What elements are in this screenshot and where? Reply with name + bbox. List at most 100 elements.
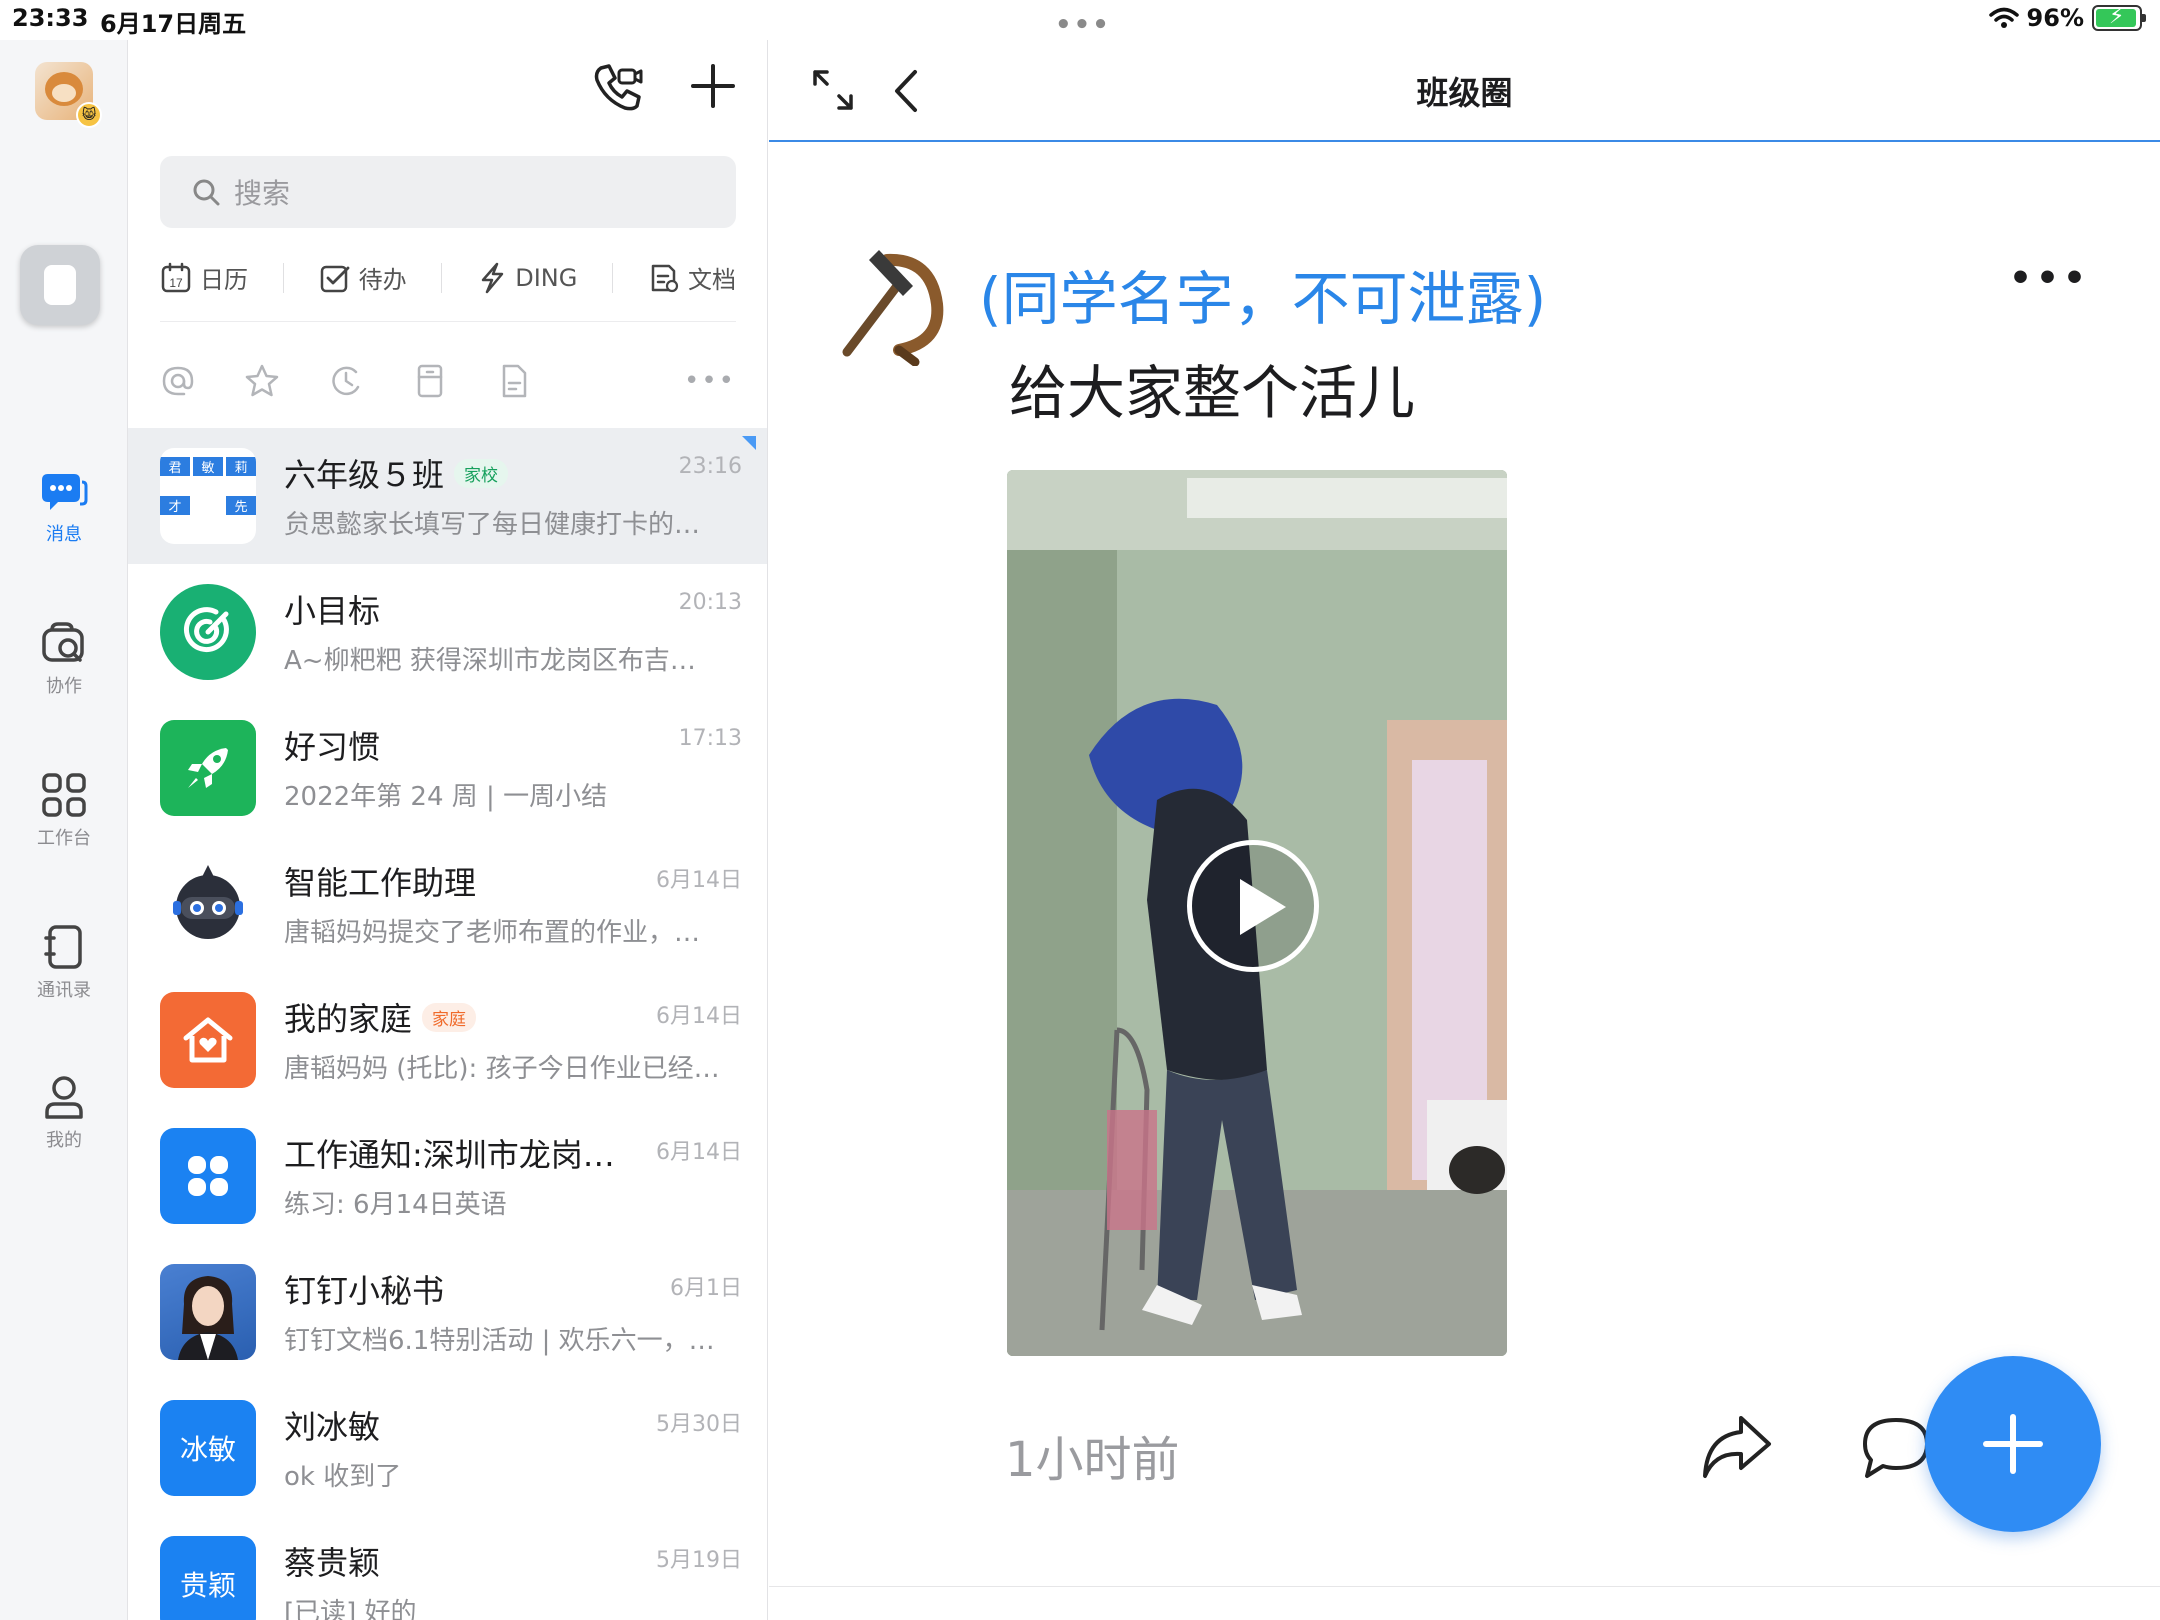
status-emoji-badge-icon: 😸 [76, 102, 102, 128]
search-icon [193, 179, 220, 206]
wifi-icon [1988, 7, 2019, 28]
rail-item-workbench[interactable]: 工作台 [0, 772, 128, 850]
grid-icon [42, 773, 86, 817]
chat-preview: [已读] 好的 [284, 1598, 417, 1620]
rail-item-contacts[interactable]: 通讯录 [0, 924, 128, 1002]
chat-preview: 贠思懿家长填写了每日健康打卡的… [284, 510, 701, 540]
chat-title: 好习惯 [284, 728, 381, 766]
chat-item[interactable]: 好习惯 17:13 2022年第 24 周 | 一周小结 [128, 700, 767, 836]
quick-todo-button[interactable]: 待办 [319, 260, 407, 295]
checkbox-icon [320, 265, 350, 292]
chat-item[interactable]: 钉钉小秘书 6月1日 钉钉文档6.1特别活动 | 欢乐六一，… [128, 1244, 767, 1380]
chat-title: 小目标 [284, 592, 381, 630]
add-post-button[interactable] [1925, 1356, 2101, 1532]
chat-title: 我的家庭 [284, 1000, 413, 1038]
filters-more-icon[interactable]: ••• [684, 366, 736, 396]
add-icon[interactable] [689, 62, 737, 110]
conversation-list-pane: 搜索 17 日历 待办 DING 文档 ••• 君 敏 莉 才 先 六年级５班 … [128, 40, 768, 1620]
quick-ding-button[interactable]: DING [477, 262, 577, 294]
play-button-icon[interactable] [1187, 840, 1319, 972]
calendar-day: 17 [169, 276, 183, 290]
chat-name: 刘冰敏 [284, 1402, 380, 1448]
chat-name: 小目标 [284, 586, 380, 632]
chat-time: 6月1日 [670, 1276, 742, 1301]
rail-item-collaboration[interactable]: 协作 [0, 620, 128, 698]
chat-item[interactable]: 智能工作助理 6月14日 唐韬妈妈提交了老师布置的作业，… [128, 836, 767, 972]
share-icon[interactable] [1701, 1412, 1773, 1480]
chat-preview: 唐韬妈妈提交了老师布置的作业，… [284, 918, 701, 948]
divider [769, 1586, 2160, 1587]
chat-time: 6月14日 [656, 1004, 742, 1029]
quick-docs-button[interactable]: 文档 [648, 260, 736, 295]
chat-preview: 2022年第 24 周 | 一周小结 [284, 782, 608, 812]
date: 6月17日周五 [100, 10, 247, 38]
battery-percent: 96% [2026, 4, 2084, 32]
video-thumbnail[interactable] [1007, 470, 1507, 1356]
quick-actions: 17 日历 待办 DING 文档 [160, 262, 736, 322]
chat-preview: 钉钉文档6.1特别活动 | 欢乐六一，… [284, 1326, 715, 1356]
chat-name: 好习惯 [284, 722, 380, 768]
chat-list: 君 敏 莉 才 先 六年级５班 家校 23:16 贠思懿家长填写了每日健康打卡的… [128, 428, 767, 1620]
battery-icon: ⚡ [2092, 4, 2146, 31]
chat-time: 23:16 [678, 454, 742, 479]
file-icon[interactable] [496, 363, 532, 399]
collaboration-icon [42, 622, 84, 662]
star-icon[interactable] [244, 363, 280, 399]
post-author[interactable]: (同学名字，不可泄露) [979, 252, 1546, 336]
chat-title: 六年级５班 [284, 456, 445, 494]
rail-item-label: 工作台 [37, 828, 91, 849]
search-input[interactable]: 搜索 [160, 156, 736, 228]
hammer-sickle-avatar-icon[interactable] [829, 240, 955, 366]
post-more-icon[interactable]: ••• [2009, 258, 2090, 299]
quick-label: 文档 [687, 266, 736, 294]
chat-name: 我的家庭 家庭 [284, 994, 477, 1040]
archive-icon[interactable] [412, 363, 448, 399]
nav-rail: 😸 消息 协作 工作台 通讯录 我的 [0, 40, 128, 1620]
contact-avatar: 冰敏 [160, 1400, 256, 1496]
contacts-book-icon [44, 925, 82, 969]
detail-header: 班级圈 [769, 40, 2160, 142]
person-photo-icon [178, 1276, 238, 1360]
chat-item[interactable]: 工作通知:深圳市龙岗… 6月14日 练习: 6月14日英语 [128, 1108, 767, 1244]
clock: 23:33 [12, 4, 89, 32]
chat-item[interactable]: 我的家庭 家庭 6月14日 唐韬妈妈 (托比): 孩子今日作业已经… [128, 972, 767, 1108]
chat-name: 钉钉小秘书 [284, 1266, 444, 1312]
chat-item[interactable]: 贵颖 蔡贵颖 5月19日 [已读] 好的 [128, 1516, 767, 1620]
at-icon[interactable] [160, 363, 196, 399]
app-switch-icon[interactable] [20, 245, 100, 325]
rail-item-me[interactable]: 我的 [0, 1074, 128, 1152]
multitasking-dots-icon[interactable]: ••• [1055, 10, 1111, 40]
target-app-avatar [160, 584, 256, 680]
chat-time: 17:13 [678, 726, 742, 751]
recent-icon[interactable] [328, 363, 364, 399]
chat-tag: 家校 [454, 458, 509, 488]
divider [612, 262, 614, 293]
chat-name: 智能工作助理 [284, 858, 476, 904]
divider [282, 262, 284, 293]
post-text: 给大家整个活儿 [1009, 359, 1416, 427]
chat-preview: 唐韬妈妈 (托比): 孩子今日作业已经… [284, 1054, 720, 1084]
contact-avatar: 贵颖 [160, 1536, 256, 1620]
quick-label: DING [515, 263, 578, 292]
clover-icon [188, 1156, 228, 1196]
chat-preview: ok 收到了 [284, 1462, 402, 1492]
ding-icon [482, 262, 504, 293]
chat-preview: 练习: 6月14日英语 [284, 1190, 507, 1220]
video-call-icon[interactable] [593, 62, 645, 112]
document-icon [651, 264, 679, 292]
rocket-icon [188, 748, 228, 788]
chat-time: 20:13 [678, 590, 742, 615]
chat-item[interactable]: 君 敏 莉 才 先 六年级５班 家校 23:16 贠思懿家长填写了每日健康打卡的… [128, 428, 767, 564]
chat-title: 刘冰敏 [284, 1408, 381, 1446]
chat-name: 工作通知:深圳市龙岗… [284, 1130, 615, 1176]
chat-item[interactable]: 冰敏 刘冰敏 5月30日 ok 收到了 [128, 1380, 767, 1516]
status-indicators: 96% ⚡ [1988, 4, 2146, 32]
quick-calendar-button[interactable]: 17 日历 [160, 260, 248, 295]
comment-icon[interactable] [1861, 1416, 1931, 1480]
rail-item-messages[interactable]: 消息 [0, 470, 128, 546]
habit-app-avatar [160, 720, 256, 816]
chat-title: 钉钉小秘书 [284, 1272, 445, 1310]
chat-item[interactable]: 小目标 20:13 A~柳粑粑 获得深圳市龙岗区布吉… [128, 564, 767, 700]
chat-tag: 家庭 [422, 1002, 477, 1032]
chat-time: 6月14日 [656, 1140, 742, 1165]
